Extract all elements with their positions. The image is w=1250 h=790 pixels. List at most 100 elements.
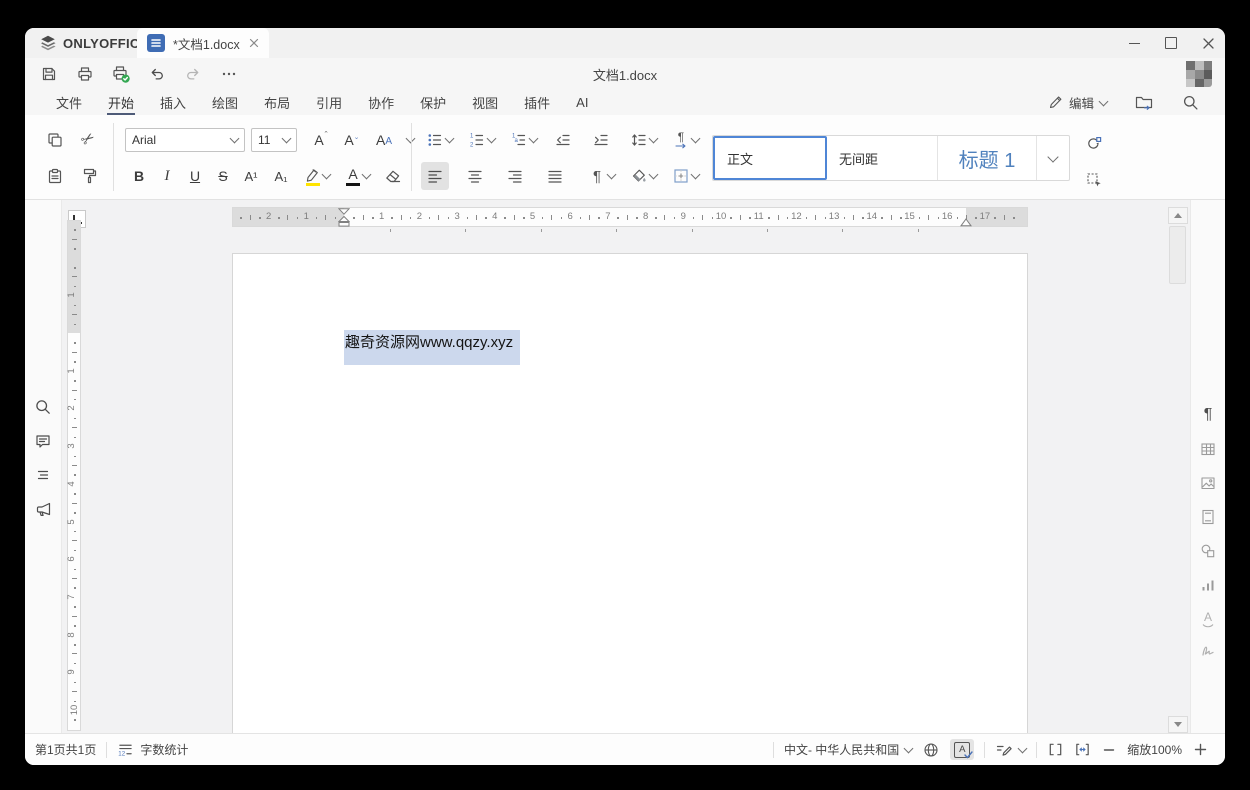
font-size-select[interactable]: 11 — [251, 128, 297, 152]
brand-name: ONLYOFFICE — [63, 35, 149, 51]
tab-view[interactable]: 视图 — [471, 90, 499, 115]
bold-button[interactable]: B — [125, 162, 153, 190]
signature-settings-icon[interactable] — [1195, 638, 1221, 664]
format-painter-button[interactable] — [75, 162, 103, 190]
align-center-button[interactable] — [461, 162, 489, 190]
comments-icon[interactable] — [30, 428, 56, 454]
table-settings-icon[interactable] — [1195, 436, 1221, 462]
tab-file[interactable]: 文件 — [55, 90, 83, 115]
language-select[interactable]: 中文- 中华人民共和国 — [784, 741, 914, 758]
align-right-button[interactable] — [501, 162, 529, 190]
close-button[interactable] — [1191, 28, 1225, 58]
more-actions-button[interactable] — [215, 60, 243, 88]
tab-ai[interactable]: AI — [575, 92, 589, 113]
redo-button[interactable] — [179, 60, 207, 88]
tab-layout[interactable]: 布局 — [263, 90, 291, 115]
justify-button[interactable] — [541, 162, 569, 190]
style-no-spacing[interactable]: 无间距 — [827, 136, 938, 180]
tab-protection[interactable]: 保护 — [419, 90, 447, 115]
minimize-button[interactable] — [1117, 28, 1151, 58]
style-normal[interactable]: 正文 — [713, 136, 827, 180]
tab-home[interactable]: 开始 — [107, 90, 136, 116]
fit-page-button[interactable] — [1047, 741, 1064, 758]
increase-indent-button[interactable] — [587, 126, 615, 154]
zoom-out-button[interactable] — [1101, 744, 1117, 756]
word-count-button[interactable]: 12 字数统计 — [117, 741, 189, 758]
change-case-button[interactable]: AA — [367, 126, 401, 154]
bullet-list-dropdown[interactable] — [442, 126, 456, 154]
save-button[interactable] — [35, 60, 63, 88]
tab-insert[interactable]: 插入 — [159, 90, 187, 115]
feedback-icon[interactable] — [30, 496, 56, 522]
shape-settings-icon[interactable] — [1195, 538, 1221, 564]
multilevel-list-dropdown[interactable] — [526, 126, 540, 154]
chart-settings-icon[interactable] — [1195, 572, 1221, 598]
clear-format-button[interactable] — [379, 162, 407, 190]
scroll-up-button[interactable] — [1168, 207, 1188, 224]
underline-button[interactable]: U — [181, 162, 209, 190]
right-indent-marker[interactable] — [960, 218, 972, 227]
textart-settings-icon[interactable]: A — [1195, 606, 1221, 632]
tab-close-icon[interactable] — [249, 38, 259, 48]
paragraph-settings-icon[interactable]: ¶ — [1195, 402, 1221, 428]
style-heading1[interactable]: 标题 1 — [938, 136, 1037, 180]
change-case-dropdown[interactable] — [403, 126, 417, 154]
superscript-button[interactable]: A¹ — [237, 162, 265, 190]
image-settings-icon[interactable] — [1195, 470, 1221, 496]
track-changes-button[interactable] — [995, 741, 1028, 759]
page-indicator: 第1页共1页 — [35, 743, 97, 757]
decrease-font-button[interactable]: Aˆ — [337, 126, 365, 154]
header-footer-settings-icon[interactable] — [1195, 504, 1221, 530]
select-all-button[interactable] — [1081, 167, 1107, 193]
cut-button[interactable]: ✂ — [75, 126, 103, 154]
italic-button[interactable]: I — [153, 162, 181, 190]
strikethrough-button[interactable]: S — [209, 162, 237, 190]
quick-print-button[interactable] — [107, 60, 135, 88]
maximize-button[interactable] — [1154, 28, 1188, 58]
paragraph-direction-dropdown[interactable] — [688, 126, 702, 154]
copy-button[interactable] — [41, 126, 69, 154]
shading-dropdown[interactable] — [646, 162, 660, 190]
increase-font-button[interactable]: Aˆ — [307, 126, 335, 154]
search-icon[interactable] — [1182, 94, 1199, 111]
set-language-globe-icon[interactable] — [922, 741, 940, 759]
headings-navigation-icon[interactable] — [30, 462, 56, 488]
borders-dropdown[interactable] — [688, 162, 702, 190]
document-page[interactable]: 趣奇资源网www.qqzy.xyz — [232, 253, 1028, 734]
left-sidebar — [25, 200, 62, 733]
font-color-dropdown[interactable] — [359, 162, 373, 190]
subscript-button[interactable]: A₁ — [267, 162, 295, 190]
scroll-down-button[interactable] — [1168, 716, 1188, 733]
open-file-location-icon[interactable] — [1135, 94, 1154, 111]
avatar[interactable] — [1185, 60, 1213, 88]
indent-markers[interactable] — [338, 208, 350, 227]
scrollbar-thumb[interactable] — [1169, 226, 1186, 284]
numbered-list-dropdown[interactable] — [484, 126, 498, 154]
print-button[interactable] — [71, 60, 99, 88]
paragraph-marks-dropdown[interactable] — [604, 162, 618, 190]
undo-button[interactable] — [143, 60, 171, 88]
zoom-in-button[interactable] — [1192, 743, 1209, 756]
tab-collaboration[interactable]: 协作 — [367, 90, 395, 115]
horizontal-ruler: 2 1 1 2 3 4 5 6 7 8 9 10 11 12 13 14 15 16 17 — [232, 207, 1028, 227]
styles-gallery-expand[interactable] — [1037, 136, 1069, 180]
document-tab[interactable]: *文档1.docx — [137, 28, 269, 58]
text-selection: 趣奇资源网www.qqzy.xyz — [344, 330, 520, 365]
font-size-value: 11 — [258, 133, 271, 147]
align-left-button[interactable] — [421, 162, 449, 190]
brand: ONLYOFFICE — [39, 28, 149, 58]
tab-plugins[interactable]: 插件 — [523, 90, 551, 115]
tab-references[interactable]: 引用 — [315, 90, 343, 115]
highlight-color-dropdown[interactable] — [319, 162, 333, 190]
find-icon[interactable] — [30, 394, 56, 420]
edit-mode-label: 编辑 — [1068, 97, 1094, 111]
font-name-select[interactable]: Arial — [125, 128, 245, 152]
edit-mode-button[interactable]: 编辑 — [1048, 93, 1109, 112]
spell-check-toggle[interactable]: A — [950, 739, 975, 760]
decrease-indent-button[interactable] — [549, 126, 577, 154]
paste-button[interactable] — [41, 162, 69, 190]
fit-width-button[interactable] — [1074, 741, 1091, 758]
tab-draw[interactable]: 绘图 — [211, 90, 239, 115]
replace-button[interactable] — [1081, 131, 1107, 157]
line-spacing-dropdown[interactable] — [646, 126, 660, 154]
